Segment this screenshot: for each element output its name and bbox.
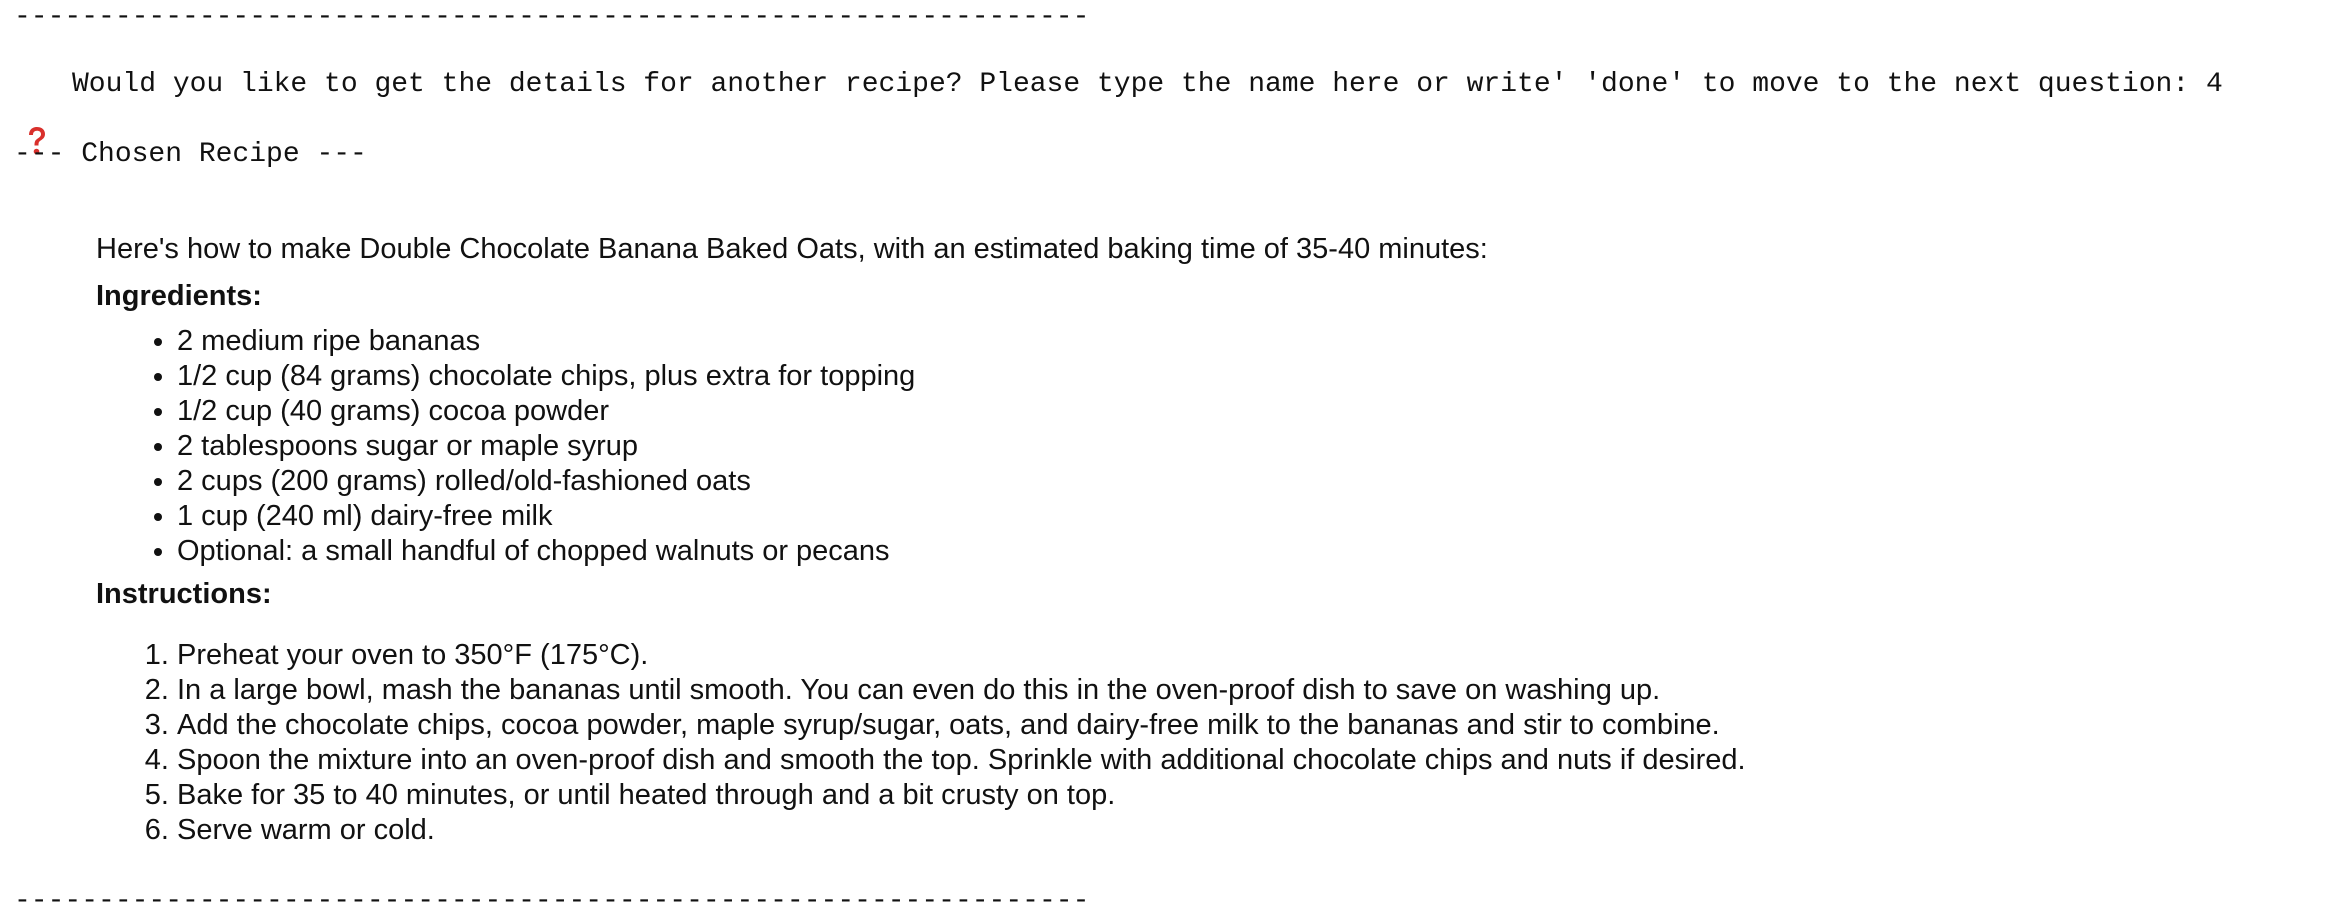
list-item: In a large bowl, mash the bananas until … — [177, 673, 1746, 708]
list-item: 1/2 cup (40 grams) cocoa powder — [177, 394, 1746, 429]
list-item: Spoon the mixture into an oven-proof dis… — [177, 743, 1746, 778]
list-item: Preheat your oven to 350°F (175°C). — [177, 638, 1746, 673]
list-item: Bake for 35 to 40 minutes, or until heat… — [177, 778, 1746, 813]
prompt-text: Would you like to get the details for an… — [72, 69, 2223, 100]
list-item: 1 cup (240 ml) dairy-free milk — [177, 499, 1746, 534]
instructions-list: Preheat your oven to 350°F (175°C). In a… — [96, 638, 1746, 848]
question-mark-icon — [26, 70, 48, 155]
list-item: Serve warm or cold. — [177, 813, 1746, 848]
recipe-prompt: Would you like to get the details for an… — [26, 69, 2223, 155]
list-item: 2 tablespoons sugar or maple syrup — [177, 429, 1746, 464]
separator-line-bottom: ----------------------------------------… — [14, 886, 1090, 917]
ingredients-heading: Ingredients: — [96, 280, 262, 312]
chosen-recipe-header: --- Chosen Recipe --- — [14, 139, 367, 170]
separator-line-top: ----------------------------------------… — [14, 2, 1090, 33]
list-item: 2 cups (200 grams) rolled/old-fashioned … — [177, 464, 1746, 499]
ingredients-list: 2 medium ripe bananas 1/2 cup (84 grams)… — [96, 324, 1746, 569]
list-item: Optional: a small handful of chopped wal… — [177, 534, 1746, 569]
recipe-details: Here's how to make Double Chocolate Bana… — [96, 232, 1746, 848]
instructions-heading: Instructions: — [96, 578, 272, 610]
list-item: 2 medium ripe bananas — [177, 324, 1746, 359]
list-item: Add the chocolate chips, cocoa powder, m… — [177, 708, 1746, 743]
recipe-intro: Here's how to make Double Chocolate Bana… — [96, 233, 1488, 265]
list-item: 1/2 cup (84 grams) chocolate chips, plus… — [177, 359, 1746, 394]
